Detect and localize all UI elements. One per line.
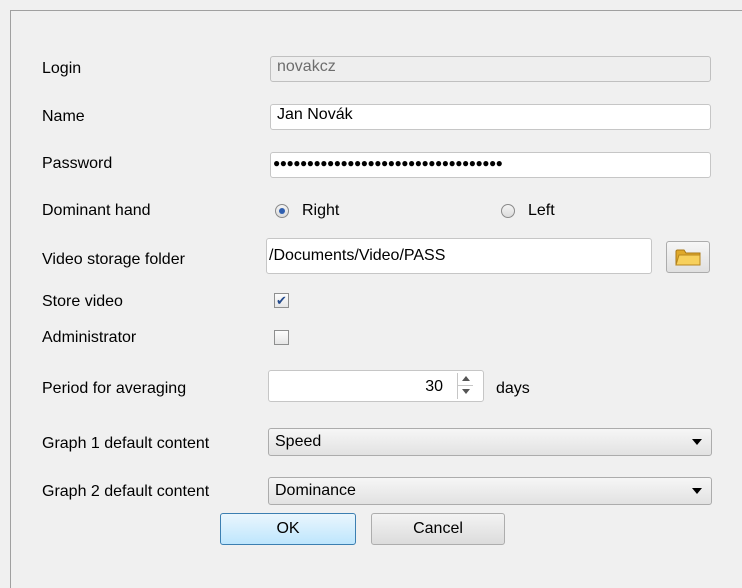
video-folder-label: Video storage folder	[42, 251, 185, 268]
period-spin-buttons[interactable]	[457, 373, 473, 399]
radio-left-label[interactable]: Left	[528, 201, 555, 221]
store-video-label: Store video	[42, 293, 123, 310]
folder-icon	[675, 249, 701, 266]
graph1-combo[interactable]: Speed	[268, 428, 712, 456]
store-video-checkbox[interactable]: ✔	[274, 293, 289, 308]
graph2-value: Dominance	[275, 482, 356, 499]
name-label: Name	[42, 108, 85, 125]
radio-left[interactable]	[501, 204, 515, 218]
checkmark-icon: ✔	[276, 293, 287, 308]
password-label: Password	[42, 155, 113, 172]
spin-up-icon	[462, 376, 470, 381]
spin-down-icon	[462, 389, 470, 394]
radio-selected-dot	[279, 208, 285, 214]
period-unit: days	[496, 380, 530, 397]
radio-right-label[interactable]: Right	[302, 201, 339, 221]
graph2-label: Graph 2 default content	[42, 483, 210, 500]
administrator-label: Administrator	[42, 329, 137, 346]
graph1-label: Graph 1 default content	[42, 435, 210, 452]
spin-up-button[interactable]	[458, 373, 473, 386]
login-label: Login	[42, 60, 82, 77]
login-field[interactable]: novakcz	[270, 56, 711, 82]
administrator-checkbox[interactable]	[274, 330, 289, 345]
period-spinbox[interactable]: 30	[268, 370, 484, 402]
video-folder-field[interactable]: /Documents/Video/PASS	[266, 238, 652, 274]
dominant-hand-label: Dominant hand	[42, 202, 151, 219]
radio-right[interactable]	[275, 204, 289, 218]
name-field[interactable]: Jan Novák	[270, 104, 711, 130]
graph1-value: Speed	[275, 433, 322, 450]
period-value: 30	[425, 378, 443, 395]
browse-folder-button[interactable]	[666, 241, 710, 273]
spin-down-button[interactable]	[458, 386, 473, 398]
ok-button[interactable]: OK	[220, 513, 356, 545]
period-label: Period for averaging	[42, 380, 187, 397]
cancel-button[interactable]: Cancel	[371, 513, 505, 545]
chevron-down-icon	[692, 488, 702, 494]
graph2-combo[interactable]: Dominance	[268, 477, 712, 505]
password-field[interactable]: ●●●●●●●●●●●●●●●●●●●●●●●●●●●●●●●●●●	[270, 152, 711, 178]
chevron-down-icon	[692, 439, 702, 445]
